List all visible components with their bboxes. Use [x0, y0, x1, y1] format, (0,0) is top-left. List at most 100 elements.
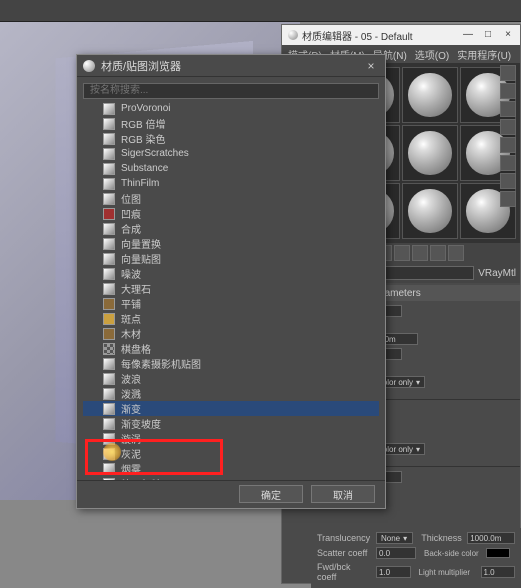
map-list-item[interactable]: 波浪	[83, 371, 379, 386]
minimize-button[interactable]: —	[462, 29, 474, 41]
map-list-item[interactable]: Substance	[83, 161, 379, 176]
map-thumbnail-icon	[103, 298, 115, 310]
map-item-label: 泼溅	[121, 386, 141, 401]
side-tool-icon[interactable]	[500, 137, 516, 153]
map-item-label: Substance	[121, 163, 168, 174]
menu-options[interactable]: 选项(O)	[415, 47, 449, 62]
map-thumbnail-icon	[103, 313, 115, 325]
map-item-label: 凹痕	[121, 206, 141, 221]
map-list-item[interactable]: ThinFilm	[83, 176, 379, 191]
map-thumbnail-icon	[103, 148, 115, 160]
close-button[interactable]: ×	[502, 29, 514, 41]
map-thumbnail-icon	[103, 253, 115, 265]
side-tool-icon[interactable]	[500, 173, 516, 189]
browser-search-row	[77, 77, 385, 99]
backside-color-swatch[interactable]	[486, 548, 510, 558]
map-list[interactable]: ProVoronoi RGB 倍增RGB 染色SigerScratches Subs…	[77, 99, 385, 480]
map-list-item[interactable]: 噪波	[83, 266, 379, 281]
map-list-item[interactable]: 合成	[83, 221, 379, 236]
maximize-button[interactable]: □	[482, 29, 494, 41]
map-item-label: 木材	[121, 326, 141, 341]
toolbar-button[interactable]	[430, 245, 446, 261]
map-list-item[interactable]: 漩涡	[83, 431, 379, 446]
fwdback-coeff-label: Fwd/bck coeff	[317, 562, 372, 582]
side-tool-icon[interactable]	[500, 155, 516, 171]
backside-color-label: Back-side color	[424, 549, 482, 558]
map-item-label: 位图	[121, 191, 141, 206]
map-thumbnail-icon	[103, 268, 115, 280]
material-side-toolbar	[500, 65, 518, 207]
side-tool-icon[interactable]	[500, 191, 516, 207]
material-type-label: VRayMtl	[478, 268, 516, 279]
thickness-spinner[interactable]: 1000.0m	[467, 532, 515, 544]
map-item-label: RGB 染色	[121, 131, 165, 146]
map-list-item[interactable]: ProVoronoi	[83, 101, 379, 116]
map-thumbnail-icon	[103, 223, 115, 235]
sphere-icon	[288, 30, 298, 40]
cancel-button[interactable]: 取消	[311, 485, 375, 503]
map-item-label: 平铺	[121, 296, 141, 311]
side-tool-icon[interactable]	[500, 119, 516, 135]
browser-title-text: 材质/贴图浏览器	[101, 58, 181, 74]
app-top-toolbar	[0, 0, 521, 22]
sphere-icon	[83, 60, 95, 72]
material-editor-title-text: 材质编辑器 - 05 - Default	[302, 28, 413, 43]
material-map-browser-dialog: 材质/贴图浏览器 × ProVoronoi RGB 倍增RGB 染色SigerSc…	[76, 54, 386, 509]
map-thumbnail-icon	[103, 283, 115, 295]
map-list-item[interactable]: 烟雾	[83, 461, 379, 476]
side-tool-icon[interactable]	[500, 101, 516, 117]
map-list-item[interactable]: 位图	[83, 191, 379, 206]
toolbar-button[interactable]	[394, 245, 410, 261]
map-thumbnail-icon	[103, 163, 115, 175]
map-list-item[interactable]: 木材	[83, 326, 379, 341]
map-thumbnail-icon	[103, 463, 115, 475]
map-thumbnail-icon	[103, 118, 115, 130]
material-editor-titlebar: 材质编辑器 - 05 - Default — □ ×	[282, 25, 520, 45]
light-mult-spinner[interactable]: 1.0	[481, 566, 516, 578]
map-thumbnail-icon	[103, 373, 115, 385]
map-item-label: 斑点	[121, 311, 141, 326]
map-list-item[interactable]: 向量置换	[83, 236, 379, 251]
map-thumbnail-icon	[103, 133, 115, 145]
search-input[interactable]	[83, 83, 379, 99]
map-list-item[interactable]: 斑点	[83, 311, 379, 326]
map-list-item[interactable]: RGB 染色	[83, 131, 379, 146]
scatter-coeff-spinner[interactable]: 0.0	[376, 547, 416, 559]
map-list-item[interactable]: 向量贴图	[83, 251, 379, 266]
translucency-label: Translucency	[317, 533, 372, 543]
side-tool-icon[interactable]	[500, 83, 516, 99]
map-item-label: RGB 倍增	[121, 116, 165, 131]
ok-button[interactable]: 确定	[239, 485, 303, 503]
map-list-item[interactable]: SigerScratches	[83, 146, 379, 161]
map-list-item[interactable]: 渐变	[83, 401, 379, 416]
map-list-item[interactable]: 凹痕	[83, 206, 379, 221]
map-item-label: ProVoronoi	[121, 103, 170, 114]
map-item-label: 漩涡	[121, 431, 141, 446]
side-tool-icon[interactable]	[500, 65, 516, 81]
material-sample-slot[interactable]	[402, 183, 458, 239]
close-button[interactable]: ×	[363, 58, 379, 74]
translucency-dropdown[interactable]: None▾	[376, 532, 413, 544]
material-sample-slot[interactable]	[402, 125, 458, 181]
toolbar-button[interactable]	[412, 245, 428, 261]
map-item-label: 合成	[121, 221, 141, 236]
map-item-label: ThinFilm	[121, 178, 159, 189]
toolbar-button[interactable]	[448, 245, 464, 261]
map-list-item[interactable]: 渐变坡度	[83, 416, 379, 431]
map-list-item[interactable]: 灰泥	[83, 446, 379, 461]
map-list-item[interactable]: 泼溅	[83, 386, 379, 401]
dialog-button-row: 确定 取消	[77, 480, 385, 508]
map-list-item[interactable]: 棋盘格	[83, 341, 379, 356]
map-thumbnail-icon	[103, 358, 115, 370]
fwdback-coeff-spinner[interactable]: 1.0	[376, 566, 411, 578]
map-thumbnail-icon	[103, 418, 115, 430]
light-mult-label: Light multiplier	[419, 568, 477, 577]
map-item-label: 大理石	[121, 281, 151, 296]
map-list-item[interactable]: RGB 倍增	[83, 116, 379, 131]
map-thumbnail-icon	[103, 433, 115, 445]
material-sample-slot[interactable]	[402, 67, 458, 123]
map-list-item[interactable]: 每像素摄影机贴图	[83, 356, 379, 371]
menu-util[interactable]: 实用程序(U)	[457, 47, 511, 62]
map-list-item[interactable]: 大理石	[83, 281, 379, 296]
map-list-item[interactable]: 平铺	[83, 296, 379, 311]
